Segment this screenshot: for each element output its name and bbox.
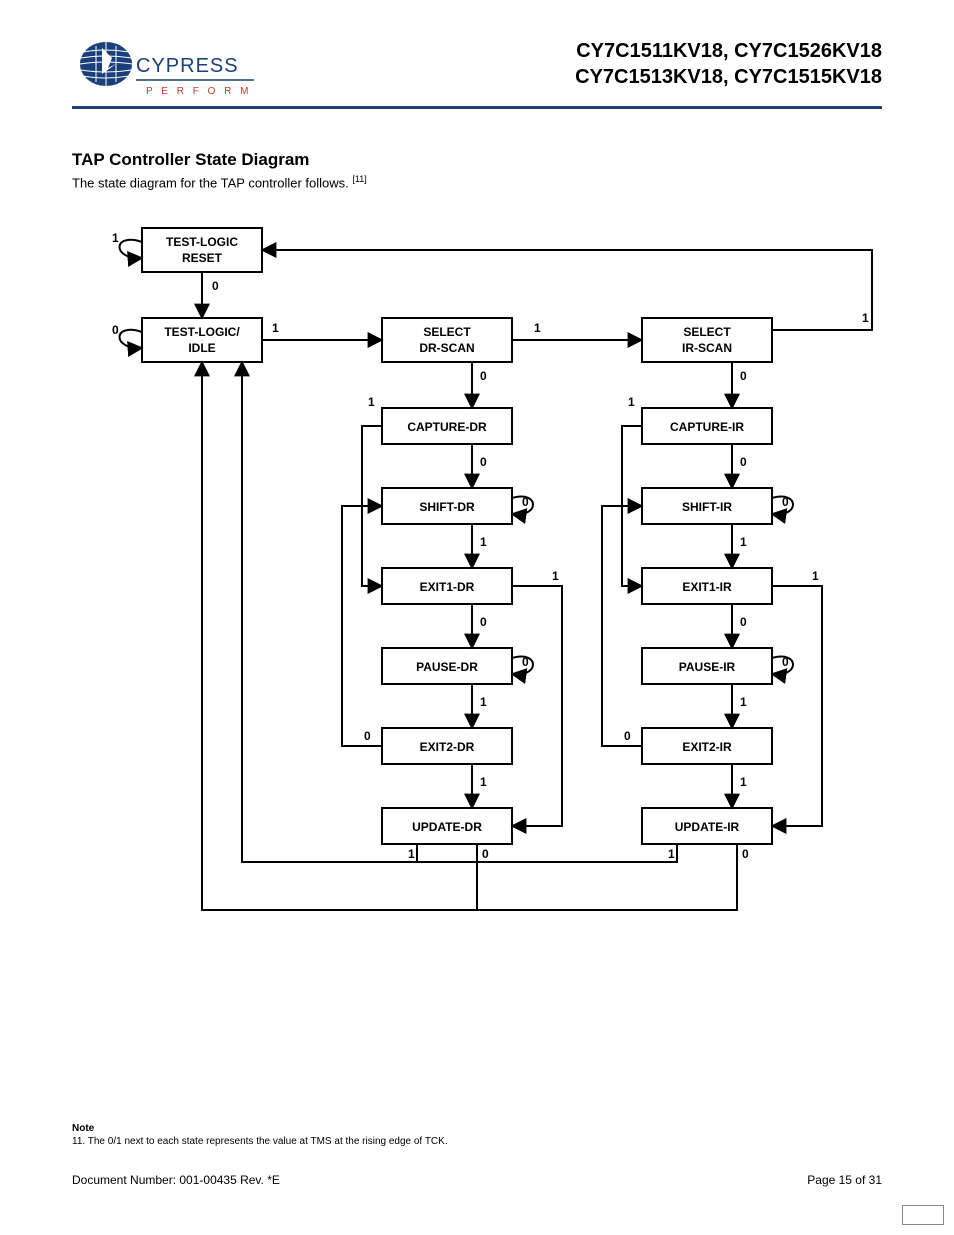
svg-text:0: 0 bbox=[742, 847, 749, 861]
svg-text:EXIT1-IR: EXIT1-IR bbox=[682, 580, 732, 594]
svg-text:1: 1 bbox=[628, 395, 635, 409]
page-number: Page 15 of 31 bbox=[807, 1173, 882, 1187]
svg-text:IDLE: IDLE bbox=[188, 341, 215, 355]
section-caption: The state diagram for the TAP controller… bbox=[72, 174, 882, 190]
state-diagram: TEST-LOGIC RESET TEST-LOGIC/ IDLE SELECT… bbox=[72, 210, 882, 950]
svg-text:RESET: RESET bbox=[182, 251, 223, 265]
caption-text: The state diagram for the TAP controller… bbox=[72, 175, 352, 190]
svg-text:0: 0 bbox=[482, 847, 489, 861]
svg-text:EXIT2-IR: EXIT2-IR bbox=[682, 740, 732, 754]
svg-text:0: 0 bbox=[480, 369, 487, 383]
svg-text:1: 1 bbox=[740, 535, 747, 549]
svg-text:1: 1 bbox=[480, 695, 487, 709]
svg-text:0: 0 bbox=[522, 655, 529, 669]
svg-text:SELECT: SELECT bbox=[683, 325, 731, 339]
svg-text:0: 0 bbox=[480, 615, 487, 629]
svg-text:CAPTURE-DR: CAPTURE-DR bbox=[407, 420, 487, 434]
svg-text:1: 1 bbox=[862, 311, 869, 325]
svg-text:EXIT1-DR: EXIT1-DR bbox=[420, 580, 475, 594]
header-rule bbox=[72, 106, 882, 109]
svg-text:0: 0 bbox=[782, 495, 789, 509]
svg-text:UPDATE-IR: UPDATE-IR bbox=[675, 820, 740, 834]
svg-text:1: 1 bbox=[408, 847, 415, 861]
svg-text:1: 1 bbox=[480, 535, 487, 549]
part-line-1: CY7C1511KV18, CY7C1526KV18 bbox=[575, 38, 882, 64]
svg-text:0: 0 bbox=[782, 655, 789, 669]
page-body: TAP Controller State Diagram The state d… bbox=[72, 150, 882, 950]
note-text: 11. The 0/1 next to each state represent… bbox=[72, 1136, 448, 1147]
svg-text:0: 0 bbox=[522, 495, 529, 509]
svg-text:0: 0 bbox=[364, 729, 371, 743]
svg-text:SHIFT-DR: SHIFT-DR bbox=[419, 500, 475, 514]
svg-text:0: 0 bbox=[480, 455, 487, 469]
svg-text:EXIT2-DR: EXIT2-DR bbox=[420, 740, 475, 754]
svg-text:0: 0 bbox=[112, 323, 119, 337]
svg-text:1: 1 bbox=[480, 775, 487, 789]
logo-wordmark: CYPRESS bbox=[136, 55, 239, 77]
svg-text:0: 0 bbox=[624, 729, 631, 743]
svg-text:1: 1 bbox=[668, 847, 675, 861]
page-header: CYPRESS P E R F O R M CY7C1511KV18, CY7C… bbox=[72, 30, 882, 122]
svg-text:CAPTURE-IR: CAPTURE-IR bbox=[670, 420, 744, 434]
svg-text:UPDATE-DR: UPDATE-DR bbox=[412, 820, 482, 834]
svg-text:SELECT: SELECT bbox=[423, 325, 471, 339]
svg-text:PAUSE-IR: PAUSE-IR bbox=[679, 660, 736, 674]
svg-text:0: 0 bbox=[740, 615, 747, 629]
svg-text:TEST-LOGIC: TEST-LOGIC bbox=[166, 235, 238, 249]
svg-text:DR-SCAN: DR-SCAN bbox=[419, 341, 474, 355]
page-footer: Document Number: 001-00435 Rev. *E Page … bbox=[72, 1173, 882, 1187]
cypress-logo: CYPRESS P E R F O R M bbox=[78, 34, 258, 114]
note-heading: Note bbox=[72, 1123, 448, 1134]
svg-text:0: 0 bbox=[740, 455, 747, 469]
section-title: TAP Controller State Diagram bbox=[72, 150, 882, 170]
svg-text:TEST-LOGIC/: TEST-LOGIC/ bbox=[164, 325, 240, 339]
svg-text:1: 1 bbox=[740, 775, 747, 789]
svg-text:IR-SCAN: IR-SCAN bbox=[682, 341, 732, 355]
corner-box bbox=[902, 1205, 944, 1225]
svg-text:0: 0 bbox=[212, 279, 219, 293]
part-line-2: CY7C1513KV18, CY7C1515KV18 bbox=[575, 64, 882, 90]
svg-text:1: 1 bbox=[272, 321, 279, 335]
svg-text:0: 0 bbox=[740, 369, 747, 383]
svg-text:SHIFT-IR: SHIFT-IR bbox=[682, 500, 732, 514]
svg-text:1: 1 bbox=[740, 695, 747, 709]
doc-number: Document Number: 001-00435 Rev. *E bbox=[72, 1173, 280, 1187]
page: CYPRESS P E R F O R M CY7C1511KV18, CY7C… bbox=[0, 0, 954, 1235]
svg-text:1: 1 bbox=[368, 395, 375, 409]
part-numbers: CY7C1511KV18, CY7C1526KV18 CY7C1513KV18,… bbox=[575, 38, 882, 90]
svg-text:1: 1 bbox=[552, 569, 559, 583]
svg-text:PAUSE-DR: PAUSE-DR bbox=[416, 660, 478, 674]
svg-text:1: 1 bbox=[812, 569, 819, 583]
svg-text:1: 1 bbox=[534, 321, 541, 335]
caption-ref: [11] bbox=[352, 174, 366, 184]
svg-text:1: 1 bbox=[112, 231, 119, 245]
logo-tagline: P E R F O R M bbox=[146, 86, 252, 97]
footnote: Note 11. The 0/1 next to each state repr… bbox=[72, 1123, 448, 1147]
